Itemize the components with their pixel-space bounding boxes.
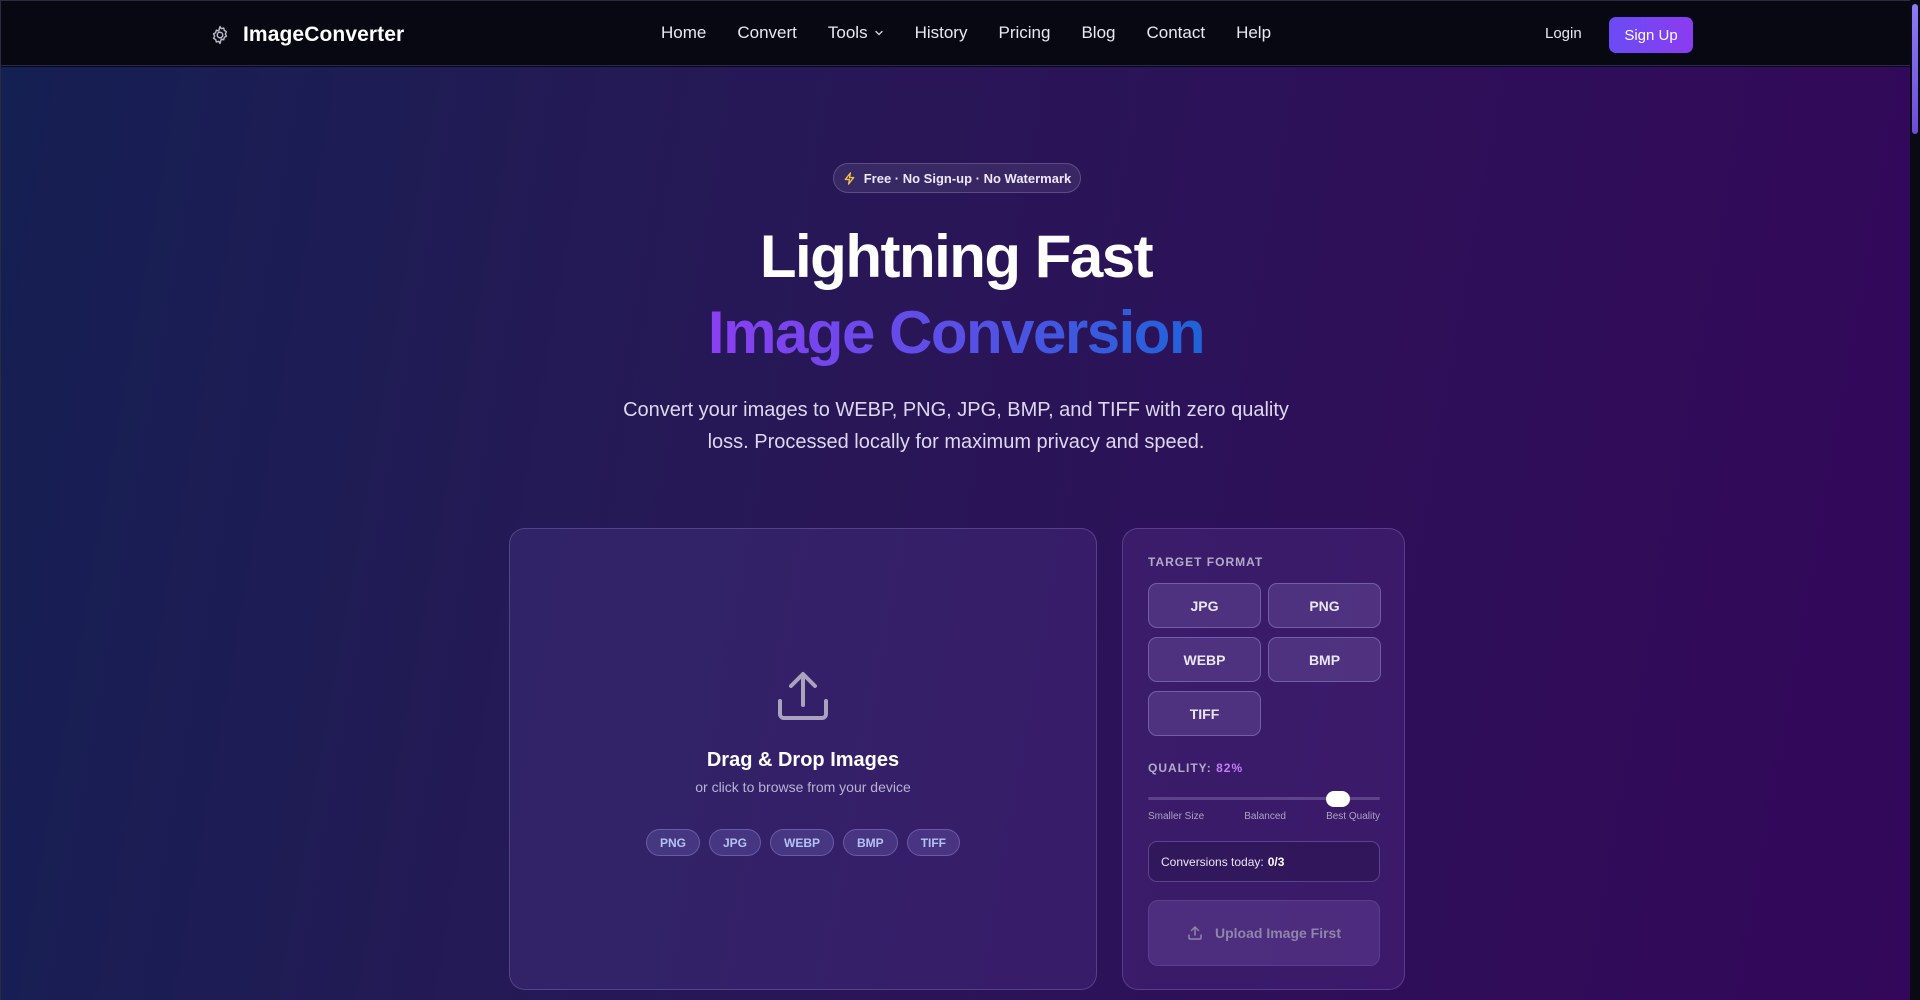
- format-pill-bmp: BMP: [843, 829, 898, 856]
- nav-tools-dropdown[interactable]: Tools: [828, 23, 884, 43]
- quality-slider-thumb[interactable]: [1326, 791, 1351, 807]
- slider-caption-left: Smaller Size: [1148, 811, 1205, 822]
- nav-convert-label: Convert: [737, 23, 797, 42]
- upload-first-button[interactable]: Upload Image First: [1148, 900, 1380, 966]
- signup-button[interactable]: Sign Up: [1609, 17, 1693, 53]
- quality-value: 82%: [1216, 761, 1244, 775]
- format-pill-webp: WEBP: [770, 829, 835, 856]
- upload-icon: [778, 672, 828, 720]
- conversions-value: 0/3: [1267, 854, 1285, 869]
- nav-home[interactable]: Home: [661, 23, 706, 43]
- gear-icon: [212, 25, 228, 45]
- scrollbar-thumb[interactable]: [1912, 4, 1918, 134]
- format-pill-tiff: TIFF: [906, 829, 961, 856]
- brand[interactable]: ImageConverter: [209, 21, 404, 49]
- target-format-label: TARGET FORMAT: [1148, 555, 1264, 569]
- conversion-settings-panel: TARGET FORMAT JPG PNG WEBP BMP TIFF QUAL…: [1122, 528, 1405, 990]
- login-link[interactable]: Login: [1545, 25, 1582, 42]
- nav-blog[interactable]: Blog: [1081, 23, 1115, 43]
- nav-help-label: Help: [1236, 23, 1272, 42]
- dropzone-subtitle: or click to browse from your device: [695, 779, 911, 795]
- nav-history[interactable]: History: [915, 23, 968, 43]
- nav-tools-label: Tools: [827, 23, 868, 42]
- conversions-label: Conversions today:: [1161, 854, 1264, 869]
- hero-title-line2: Image Conversion: [1, 298, 1910, 367]
- chevron-down-icon: [874, 30, 883, 36]
- format-button-jpg[interactable]: JPG: [1148, 583, 1261, 628]
- nav-home-label: Home: [661, 23, 707, 42]
- format-pill-png: PNG: [645, 829, 700, 856]
- quality-slider-captions: Smaller Size Balanced Best Quality: [1148, 811, 1380, 822]
- lightning-icon: [844, 171, 855, 185]
- badge-text: Free · No Sign-up · No Watermark: [863, 170, 1072, 186]
- hero-subtitle: Convert your images to WEBP, PNG, JPG, B…: [623, 399, 1289, 453]
- nav-pricing-label: Pricing: [998, 23, 1051, 42]
- brand-name: ImageConverter: [243, 23, 405, 46]
- slider-caption-right: Best Quality: [1326, 811, 1380, 822]
- format-button-webp[interactable]: WEBP: [1148, 637, 1261, 682]
- nav-history-label: History: [914, 23, 968, 42]
- quality-label: QUALITY: 82%: [1148, 761, 1243, 775]
- slider-caption-mid: Balanced: [1244, 811, 1286, 822]
- hero-title-gradient: Image Conversion: [707, 299, 1206, 366]
- hero-title-line1: Lightning Fast: [759, 223, 1154, 290]
- dropzone-title: Drag & Drop Images: [706, 749, 900, 771]
- feature-badge: Free · No Sign-up · No Watermark: [833, 163, 1081, 193]
- upload-small-icon: [1188, 926, 1202, 940]
- nav-help[interactable]: Help: [1236, 23, 1271, 43]
- nav-convert[interactable]: Convert: [737, 23, 797, 43]
- upload-first-label: Upload Image First: [1214, 925, 1342, 941]
- nav-links: Home Convert Tools History Pricing Blog …: [661, 23, 1302, 43]
- nav-contact[interactable]: Contact: [1146, 23, 1205, 43]
- image-dropzone[interactable]: Drag & Drop Images or click to browse fr…: [509, 528, 1097, 990]
- supported-formats: PNG JPG WEBP BMP TIFF: [510, 829, 1096, 856]
- format-pill-jpg: JPG: [709, 829, 762, 856]
- nav-contact-label: Contact: [1146, 23, 1206, 42]
- scrollbar-track[interactable]: [1910, 0, 1920, 1000]
- format-button-bmp[interactable]: BMP: [1268, 637, 1381, 682]
- quality-label-text: QUALITY:: [1148, 761, 1212, 775]
- format-button-png[interactable]: PNG: [1268, 583, 1381, 628]
- navbar: ImageConverter Home Convert Tools Histor…: [1, 0, 1910, 66]
- format-button-tiff[interactable]: TIFF: [1148, 691, 1261, 736]
- conversions-counter: Conversions today: 0/3: [1148, 841, 1380, 882]
- app-window: ImageConverter Home Convert Tools Histor…: [0, 0, 1910, 1000]
- nav-pricing[interactable]: Pricing: [998, 23, 1050, 43]
- nav-blog-label: Blog: [1081, 23, 1116, 42]
